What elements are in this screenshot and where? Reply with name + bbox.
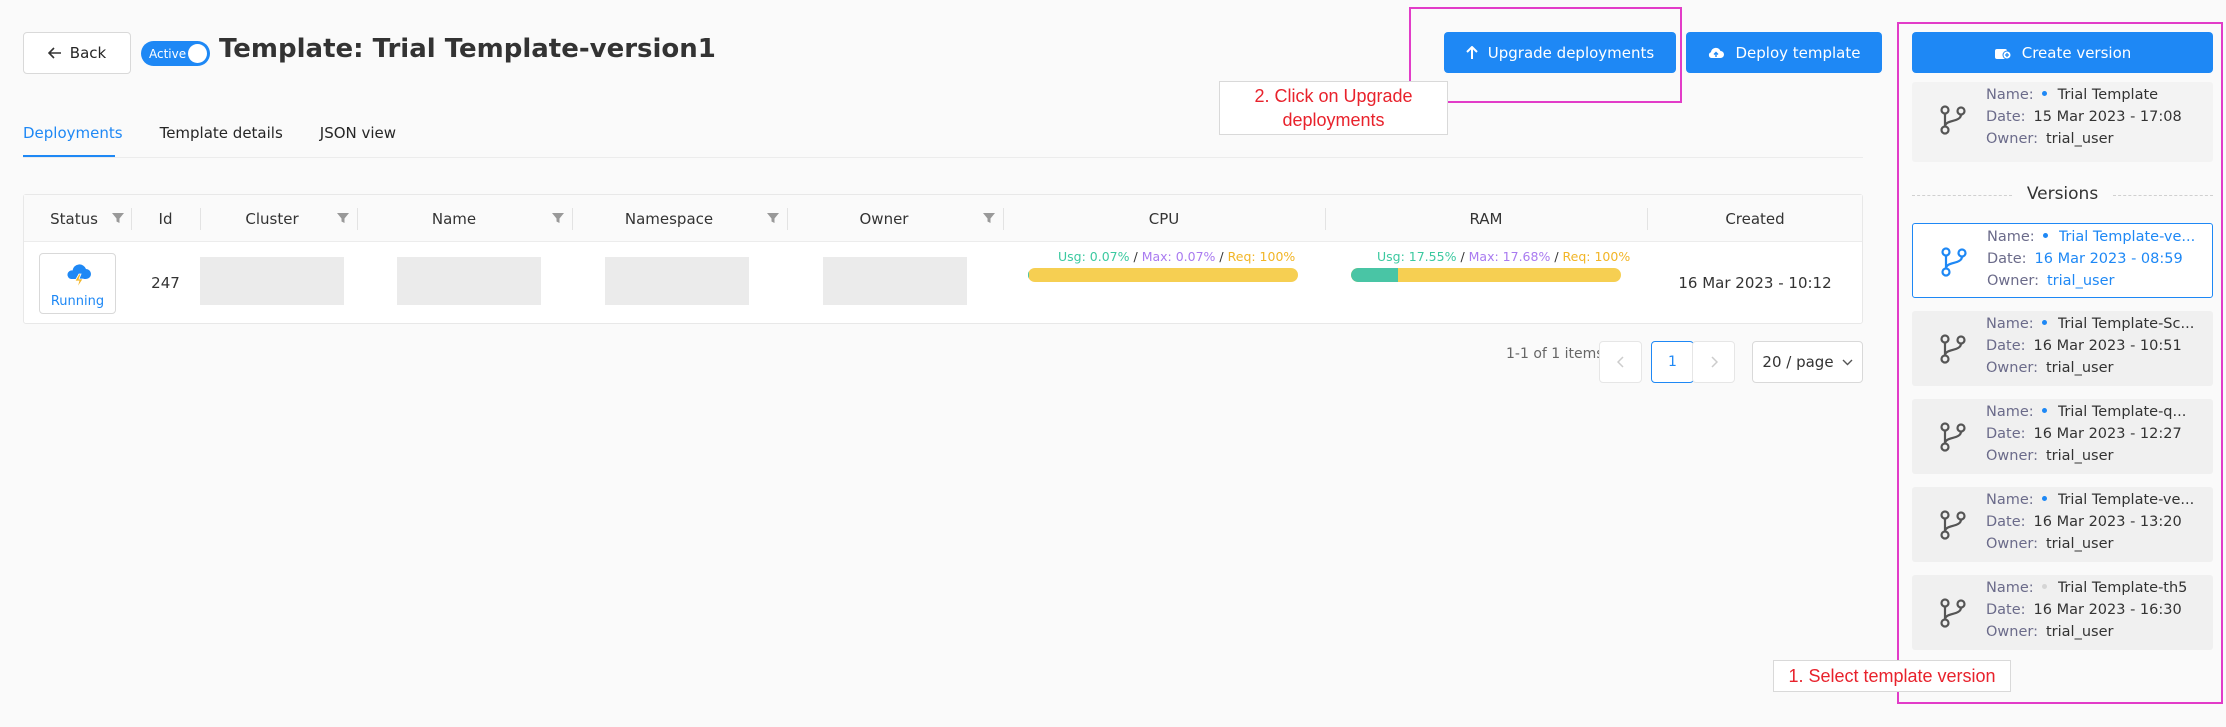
arrow-left-icon (47, 47, 61, 59)
filter-icon[interactable] (982, 211, 996, 225)
active-toggle-label: Active (149, 46, 187, 61)
status-text: Running (50, 294, 105, 309)
column-cluster: Cluster (245, 209, 299, 228)
page-1-button[interactable]: 1 (1651, 341, 1694, 383)
ram-req: Req: 100% (1562, 249, 1631, 264)
filter-icon[interactable] (766, 211, 780, 225)
column-status: Status (50, 209, 98, 228)
cell-owner-redacted (823, 257, 967, 305)
cpu-usage-text: Usg: 0.07% / Max: 0.07% / Req: 100% (1058, 249, 1296, 264)
status-badge: Running (39, 253, 116, 314)
chevron-right-icon (1710, 356, 1718, 368)
page-title: Template: Trial Template-version1 (219, 34, 716, 64)
column-id: Id (158, 209, 173, 228)
page-size-select[interactable]: 20 / page (1752, 341, 1863, 383)
prev-page-button[interactable] (1599, 341, 1642, 383)
annotation-box-versions (1897, 22, 2223, 704)
chevron-down-icon (1842, 359, 1853, 365)
column-created: Created (1725, 209, 1785, 228)
annotation-step2-line2: deployments (1282, 110, 1385, 130)
cell-cluster-redacted (200, 257, 344, 305)
tab-template-details[interactable]: Template details (160, 124, 283, 142)
annotation-label-step1: 1. Select template version (1773, 660, 2011, 692)
cell-name-redacted (397, 257, 541, 305)
back-button-label: Back (69, 44, 107, 62)
column-owner: Owner (859, 209, 909, 228)
tab-deployments[interactable]: Deployments (23, 124, 123, 142)
annotation-step2-line1: 2. Click on Upgrade (1254, 86, 1413, 106)
tab-json-view[interactable]: JSON view (320, 124, 396, 142)
ram-usage-bar (1351, 268, 1621, 282)
ram-usage-text: Usg: 17.55% / Max: 17.68% / Req: 100% (1377, 249, 1631, 264)
ram-usg: Usg: 17.55% (1377, 249, 1457, 264)
cell-id: 247 (151, 274, 180, 292)
cpu-usg: Usg: 0.07% (1058, 249, 1130, 264)
table-header: Status Id Cluster Name Namespace Owner C… (24, 195, 1862, 242)
cloud-lightning-icon (67, 264, 91, 289)
ram-max: Max: 17.68% (1468, 249, 1551, 264)
column-ram: RAM (1469, 209, 1503, 228)
cell-namespace-redacted (605, 257, 749, 305)
deployments-table: Status Id Cluster Name Namespace Owner C… (23, 194, 1863, 324)
deploy-template-label: Deploy template (1735, 43, 1861, 62)
deploy-template-button[interactable]: Deploy template (1686, 32, 1882, 73)
cpu-usage-bar (1028, 268, 1298, 282)
page-size-value: 20 / page (1762, 353, 1834, 371)
back-button[interactable]: Back (23, 32, 131, 74)
next-page-button[interactable] (1692, 341, 1735, 383)
ram-usage-fill (1351, 268, 1399, 282)
tabs: Deployments Template details JSON view (23, 124, 433, 142)
cloud-upload-icon (1709, 47, 1725, 58)
toggle-knob (188, 44, 207, 63)
column-name: Name (431, 209, 477, 228)
filter-icon[interactable] (111, 211, 125, 225)
cpu-req: Req: 100% (1227, 249, 1296, 264)
active-toggle[interactable]: Active (141, 41, 210, 66)
cell-created: 16 Mar 2023 - 10:12 (1678, 274, 1832, 292)
annotation-box-upgrade (1409, 7, 1682, 103)
annotation-label-step2: 2. Click on Upgrade deployments (1219, 81, 1448, 135)
chevron-left-icon (1616, 356, 1624, 368)
cpu-max: Max: 0.07% (1141, 249, 1216, 264)
filter-icon[interactable] (551, 211, 565, 225)
column-cpu: CPU (1148, 209, 1180, 228)
tabs-divider (23, 157, 1863, 158)
filter-icon[interactable] (336, 211, 350, 225)
pagination-summary: 1-1 of 1 items (1506, 346, 1604, 362)
column-namespace: Namespace (624, 209, 714, 228)
